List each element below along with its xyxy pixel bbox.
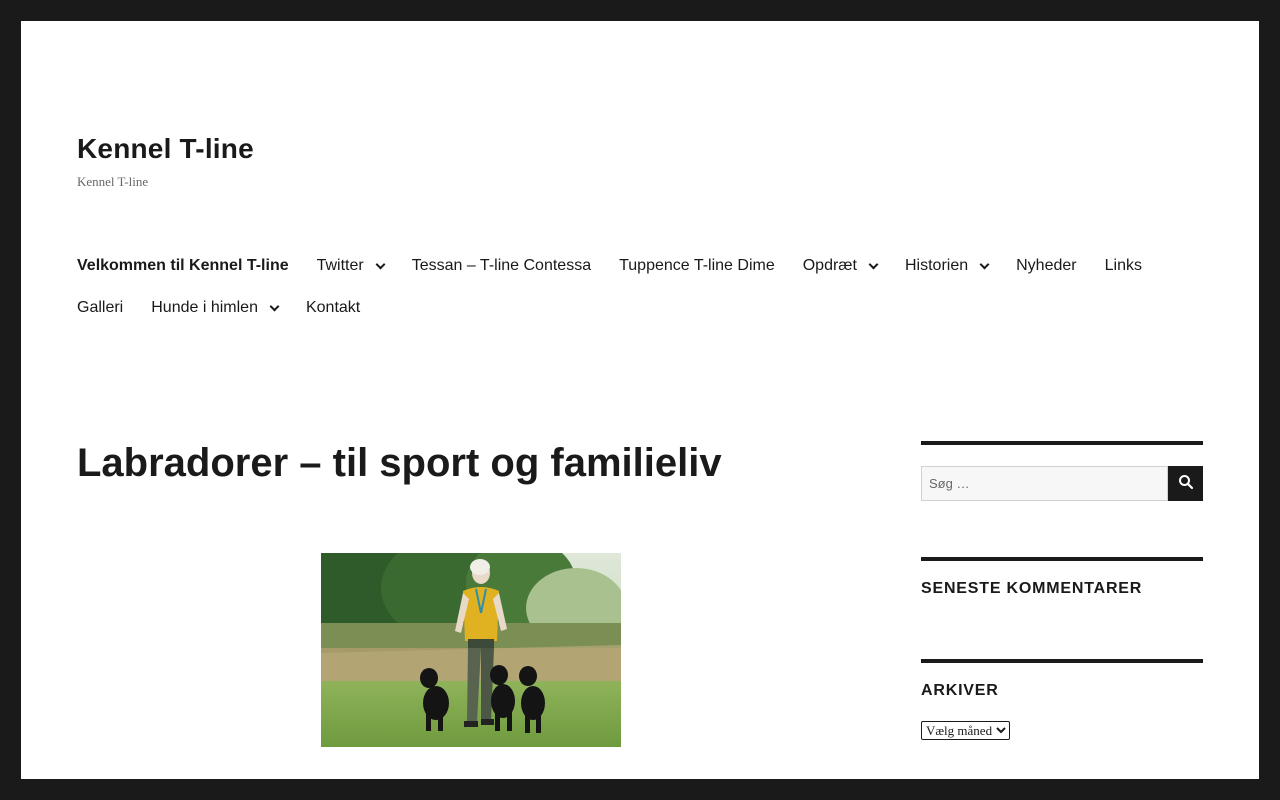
nav-item-hunde-i-himlen[interactable]: Hunde i himlen	[151, 299, 280, 317]
chevron-down-icon[interactable]	[868, 259, 879, 269]
nav-item-kontakt[interactable]: Kontakt	[306, 299, 360, 317]
nav-item-opdrt[interactable]: Opdræt	[802, 257, 879, 275]
main-navigation: Velkommen til Kennel T-line Twitter Tessan…	[77, 245, 1207, 329]
nav-item-label: Galleri	[77, 299, 124, 316]
archives-widget: ARKIVER Vælg måned	[921, 659, 1203, 740]
nav-item-label: Kontakt	[305, 299, 361, 316]
search-button[interactable]	[1168, 466, 1203, 501]
search-form	[921, 466, 1203, 501]
nav-row: Galleri Hunde i himlen Kontakt	[77, 287, 1207, 329]
entry-title: Labradorer – til sport og familieliv	[77, 441, 722, 485]
chevron-down-icon[interactable]	[375, 259, 386, 269]
nav-item-label: Nyheder	[1016, 257, 1077, 274]
recent-comments-widget: SENESTE KOMMENTARER	[921, 557, 1203, 598]
nav-item-twitter[interactable]: Twitter	[316, 257, 386, 275]
search-input[interactable]	[921, 466, 1168, 501]
nav-item-nyheder[interactable]: Nyheder	[1016, 257, 1076, 275]
nav-item-label: Tuppence T-line Dime	[619, 257, 775, 274]
chevron-down-icon[interactable]	[269, 301, 280, 311]
widget-divider	[921, 659, 1203, 663]
nav-item-label: Hunde i himlen	[151, 299, 258, 316]
site-title[interactable]: Kennel T-line	[77, 133, 254, 165]
entry-photo	[321, 553, 621, 747]
sidebar: SENESTE KOMMENTARER ARKIVER Vælg måned	[921, 441, 1203, 740]
nav-item-tuppence-t-line-dime[interactable]: Tuppence T-line Dime	[619, 257, 775, 275]
nav-row: Velkommen til Kennel T-line Twitter Tessan…	[77, 245, 1207, 287]
nav-item-label: Velkommen til Kennel T-line	[77, 257, 289, 274]
site-description: Kennel T-line	[77, 174, 149, 189]
nav-item-velkommen-til-kennel-t-line[interactable]: Velkommen til Kennel T-line	[77, 257, 289, 275]
nav-item-links[interactable]: Links	[1105, 257, 1142, 275]
nav-item-label: Twitter	[316, 257, 364, 274]
archives-title: ARKIVER	[921, 682, 999, 699]
nav-item-label: Opdræt	[802, 257, 857, 274]
recent-comments-title: SENESTE KOMMENTARER	[921, 580, 1143, 597]
nav-item-label: Tessan – T-line Contessa	[411, 257, 592, 274]
nav-item-label: Links	[1104, 257, 1142, 274]
site-page: Kennel T-line Kennel T-line Velkommen ti…	[21, 21, 1259, 779]
search-icon	[1178, 474, 1194, 493]
archive-month-select[interactable]: Vælg måned	[921, 721, 1010, 740]
nav-item-galleri[interactable]: Galleri	[77, 299, 123, 317]
chevron-down-icon[interactable]	[979, 259, 990, 269]
nav-item-historien[interactable]: Historien	[904, 257, 990, 275]
nav-item-tessan-t-line-contessa[interactable]: Tessan – T-line Contessa	[412, 257, 591, 275]
widget-divider	[921, 557, 1203, 561]
nav-item-label: Historien	[904, 257, 969, 274]
widget-divider	[921, 441, 1203, 445]
